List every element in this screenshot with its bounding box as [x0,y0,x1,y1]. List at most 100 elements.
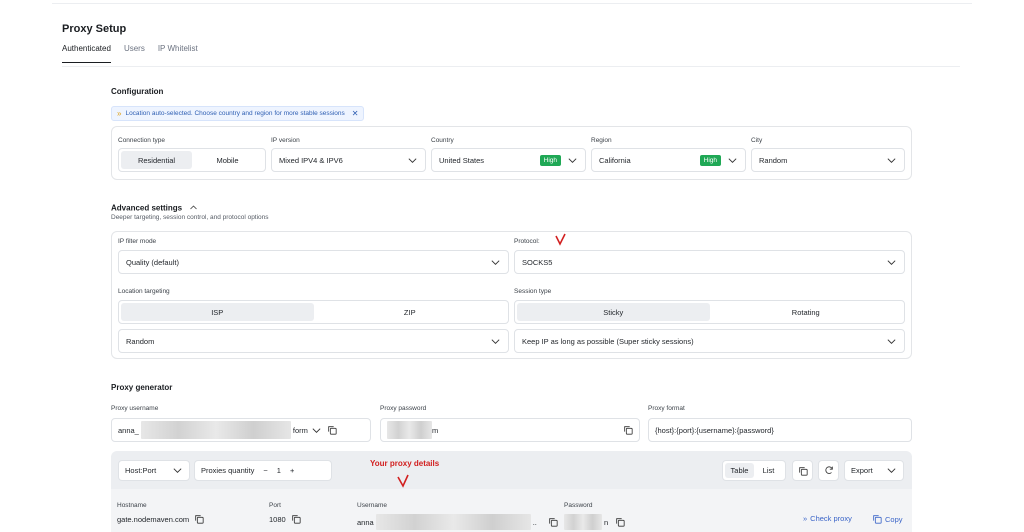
password-suffix: n [604,517,609,527]
ip-version-select[interactable]: Mixed IPV4 & IPV6 [271,148,426,172]
view-list-option[interactable]: List [754,466,783,475]
refresh-icon [824,465,834,477]
region-value: California [599,155,631,165]
proxy-username-field[interactable]: anna_ form [111,418,371,442]
export-select[interactable]: Export [844,460,904,481]
chevron-down-icon[interactable] [311,425,322,436]
export-label: Export [851,466,873,475]
protocol-value: SOCKS5 [522,257,553,267]
ip-filter-mode-value: Quality (default) [126,257,179,267]
advanced-settings-subtitle: Deeper targeting, session control, and p… [111,214,269,221]
city-select[interactable]: Random [751,148,905,172]
check-proxy-button[interactable]: » Check proxy [803,514,852,523]
copy-icon[interactable] [623,425,633,435]
connection-type-toggle: Residential Mobile [118,148,266,172]
chevron-down-icon [886,465,897,476]
column-username: Username [357,502,387,509]
redacted-username [375,514,531,530]
column-hostname: Hostname [117,502,147,509]
view-toggle: Table List [722,460,786,481]
ip-version-label: IP version [271,137,300,144]
session-type-toggle: Sticky Rotating [514,300,905,324]
copy-icon[interactable] [327,425,337,435]
quantity-stepper: Proxies quantity − 1 + [194,460,332,481]
connection-type-label: Connection type [118,137,165,144]
protocol-label: Protocol: [514,238,540,245]
quantity-value[interactable]: 1 [277,466,281,475]
page-title: Proxy Setup [62,23,127,35]
chevron-down-icon [727,155,738,166]
connection-residential-option[interactable]: Residential [121,151,192,169]
tab-authenticated[interactable]: Authenticated [62,44,111,63]
check-proxy-label: Check proxy [810,514,852,523]
host-port-value: Host:Port [125,466,157,475]
chevron-down-icon [172,465,183,476]
proxy-password-suffix: m [432,425,439,435]
copy-icon[interactable] [615,517,625,527]
ip-filter-mode-select[interactable]: Quality (default) [118,250,509,274]
double-chevron-right-icon: » [117,109,122,118]
tab-ip-whitelist[interactable]: IP Whitelist [158,44,198,63]
city-value: Random [759,155,788,165]
redacted-password [564,514,602,530]
advanced-settings-title: Advanced settings [111,203,183,213]
advanced-settings-toggle[interactable]: Advanced settings [111,203,198,214]
chevron-down-icon [886,257,897,268]
quantity-label: Proxies quantity [201,466,255,475]
ip-filter-mode-label: IP filter mode [118,238,157,245]
cell-password: n [564,514,625,530]
refresh-button[interactable] [818,460,839,481]
chevron-up-icon [189,203,198,214]
quantity-increment-button[interactable]: + [290,466,294,475]
session-type-label: Session type [514,288,552,295]
protocol-select[interactable]: SOCKS5 [514,250,905,274]
proxy-generator-title: Proxy generator [111,383,173,392]
annotation-arrow-icon [396,472,410,490]
hostname-value: gate.nodemaven.com [117,514,190,524]
tab-users[interactable]: Users [124,44,145,63]
quantity-decrement-button[interactable]: − [263,466,267,475]
connection-mobile-option[interactable]: Mobile [192,151,263,169]
copy-icon[interactable] [291,514,301,524]
session-rotating-option[interactable]: Rotating [710,303,903,321]
proxy-username-suffix: form [292,425,308,435]
copy-all-button[interactable] [792,460,813,481]
location-targeting-select[interactable]: Random [118,329,509,353]
chevron-down-icon [490,257,501,268]
session-type-select[interactable]: Keep IP as long as possible (Super stick… [514,329,905,353]
copy-icon[interactable] [548,517,558,527]
copy-row-label: Copy [885,514,903,524]
proxy-password-field[interactable]: m [380,418,640,442]
proxy-format-field[interactable]: {host}:{port}:{username}:{password} [648,418,912,442]
close-icon[interactable]: ✕ [352,109,359,118]
redacted-password [387,421,432,439]
region-label: Region [591,137,612,144]
column-port: Port [269,502,281,509]
copy-icon[interactable] [194,514,204,524]
host-port-select[interactable]: Host:Port [118,460,190,481]
ip-version-value: Mixed IPV4 & IPV6 [279,155,343,165]
session-type-value: Keep IP as long as possible (Super stick… [522,336,694,346]
country-label: Country [431,137,454,144]
copy-row-button[interactable]: Copy [872,514,903,524]
session-sticky-option[interactable]: Sticky [517,303,710,321]
annotation-arrow-icon [553,232,567,248]
country-value: United States [439,155,485,165]
username-prefix: anna [357,517,374,527]
proxy-password-label: Proxy password [380,405,427,412]
chevron-down-icon [407,155,418,166]
region-select[interactable]: California High [591,148,746,172]
redacted-username [140,421,291,439]
city-label: City [751,137,763,144]
copy-icon [798,466,808,476]
view-table-option[interactable]: Table [725,463,754,478]
configuration-title: Configuration [111,87,164,96]
location-zip-option[interactable]: ZIP [314,303,507,321]
chevron-down-icon [886,336,897,347]
top-divider [52,3,972,4]
location-targeting-value: Random [126,336,155,346]
location-isp-option[interactable]: ISP [121,303,314,321]
cell-hostname: gate.nodemaven.com [117,514,204,524]
location-notice: » Location auto-selected. Choose country… [111,106,365,121]
country-select[interactable]: United States High [431,148,586,172]
